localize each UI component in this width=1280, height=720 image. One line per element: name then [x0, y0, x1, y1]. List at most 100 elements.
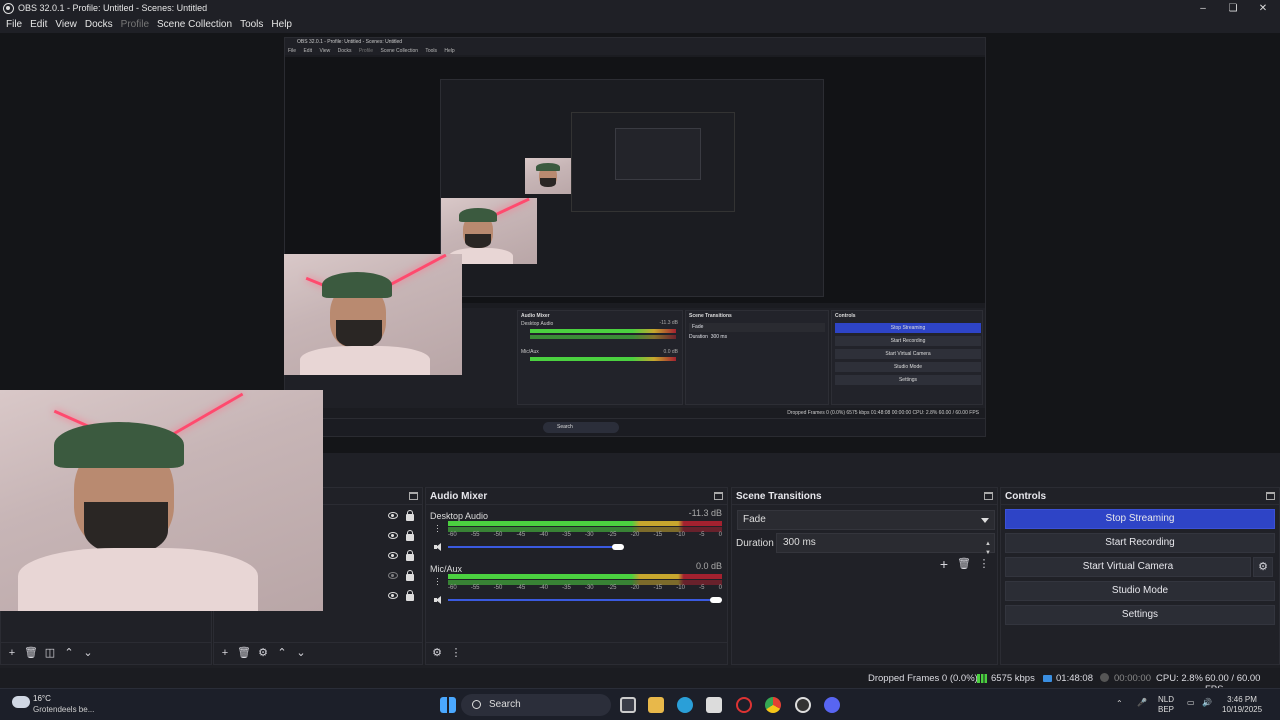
- weather-temp[interactable]: 16°C: [33, 694, 51, 703]
- nested-menu-item: Help: [444, 48, 455, 54]
- controls-title: Controls: [1005, 490, 1047, 502]
- status-bar: Dropped Frames 0 (0.0%) 6575 kbps 01:48:…: [0, 668, 1280, 695]
- task-view-icon[interactable]: [620, 697, 636, 713]
- transition-menu-icon[interactable]: ⋮: [978, 558, 990, 570]
- chevron-down-icon: [981, 518, 989, 523]
- network-icon[interactable]: ▭: [1187, 698, 1195, 708]
- lock-icon[interactable]: [406, 590, 414, 601]
- dock-float-icon[interactable]: [409, 492, 418, 500]
- edge-icon[interactable]: [677, 697, 693, 713]
- minimize-icon[interactable]: –: [1188, 0, 1218, 16]
- nested-menu-item: Docks: [337, 48, 352, 54]
- chevron-up-icon[interactable]: ⌃: [1116, 699, 1123, 709]
- menu-view[interactable]: View: [51, 19, 81, 30]
- add-source-icon[interactable]: +: [219, 648, 231, 660]
- nested-menu-item: View: [319, 48, 331, 54]
- gear-icon: ⚙: [1258, 560, 1268, 573]
- meter-scale: -60 -55 -50 -45 -40 -35 -30 -25 -20 -15 -10 -5 0: [448, 532, 722, 538]
- clock[interactable]: 3:46 PM 10/19/2025: [1222, 695, 1262, 715]
- speaker-icon[interactable]: [434, 543, 443, 551]
- dropped-frames: Dropped Frames 0 (0.0%): [868, 673, 978, 684]
- move-down-icon[interactable]: ⌄: [82, 648, 94, 660]
- obs-logo-icon: [3, 2, 14, 14]
- lock-icon[interactable]: [406, 510, 414, 521]
- nested-channel-db: 0.0 dB: [663, 349, 678, 355]
- nested-controls-dock: Controls Stop Streaming Start Recording …: [831, 310, 983, 405]
- source-row[interactable]: [388, 550, 414, 561]
- move-up-icon[interactable]: ⌃: [276, 648, 288, 660]
- channel-menu-icon[interactable]: · · ·: [436, 574, 439, 589]
- nested-start-virtual-camera: Start Virtual Camera: [835, 349, 981, 359]
- nested-obs-window: OBS 32.0.1 - Profile: Untitled - Scenes:…: [284, 37, 986, 437]
- visibility-eye-icon[interactable]: [388, 552, 398, 559]
- discord-icon[interactable]: [824, 697, 840, 713]
- remove-scene-icon[interactable]: 🗑: [24, 648, 38, 660]
- stop-streaming-button[interactable]: Stop Streaming: [1005, 509, 1275, 529]
- hidden-eye-icon[interactable]: [388, 572, 398, 579]
- lock-icon[interactable]: [406, 530, 414, 541]
- add-scene-icon[interactable]: +: [6, 648, 18, 660]
- mixer-menu-icon[interactable]: ⋮: [450, 648, 462, 660]
- menu-docks[interactable]: Docks: [81, 19, 117, 30]
- dock-float-icon[interactable]: [984, 492, 993, 500]
- volume-slider-knob[interactable]: [612, 544, 624, 550]
- dock-float-icon[interactable]: [714, 492, 723, 500]
- advanced-audio-properties-icon[interactable]: ⚙: [431, 648, 443, 660]
- add-transition-icon[interactable]: +: [938, 557, 950, 571]
- maximize-icon[interactable]: ❏: [1218, 0, 1248, 16]
- settings-button[interactable]: Settings: [1005, 605, 1275, 625]
- volume-icon[interactable]: 🔊: [1202, 698, 1212, 708]
- microphone-icon[interactable]: 🎤: [1137, 698, 1147, 708]
- source-row[interactable]: [388, 530, 414, 541]
- source-row[interactable]: [388, 570, 414, 581]
- dock-float-icon[interactable]: [1266, 492, 1275, 500]
- start-recording-button[interactable]: Start Recording: [1005, 533, 1275, 553]
- volume-slider[interactable]: [448, 599, 720, 601]
- menu-edit[interactable]: Edit: [26, 19, 51, 30]
- speaker-icon[interactable]: [434, 596, 443, 604]
- channel-menu-icon[interactable]: · · ·: [436, 521, 439, 536]
- menu-profile[interactable]: Profile: [117, 19, 153, 30]
- menu-scene-collection[interactable]: Scene Collection: [153, 19, 236, 30]
- nested-channel-db: -11.3 dB: [659, 320, 678, 326]
- record-time: 00:00:00: [1114, 673, 1151, 684]
- obs-taskbar-icon[interactable]: [795, 697, 811, 713]
- volume-slider-knob[interactable]: [710, 597, 722, 603]
- taskbar-search[interactable]: Search: [461, 694, 611, 716]
- move-up-icon[interactable]: ⌃: [63, 648, 75, 660]
- store-icon[interactable]: [706, 697, 722, 713]
- remove-source-icon[interactable]: 🗑: [237, 648, 251, 660]
- sources-toolbar: + 🗑 ⚙ ⌃ ⌄: [214, 642, 422, 664]
- studio-mode-button[interactable]: Studio Mode: [1005, 581, 1275, 601]
- opera-icon[interactable]: [736, 697, 752, 713]
- move-down-icon[interactable]: ⌄: [295, 648, 307, 660]
- volume-slider[interactable]: [448, 546, 618, 548]
- menu-file[interactable]: File: [2, 19, 26, 30]
- duration-label: Duration: [736, 538, 774, 549]
- visibility-eye-icon[interactable]: [388, 592, 398, 599]
- menu-help[interactable]: Help: [267, 19, 296, 30]
- nested-mixer-title: Audio Mixer: [521, 313, 550, 319]
- duration-input[interactable]: 300 ms ▲ ▼: [776, 533, 995, 556]
- visibility-eye-icon[interactable]: [388, 512, 398, 519]
- virtual-camera-settings-button[interactable]: ⚙: [1253, 557, 1273, 577]
- chrome-icon[interactable]: [765, 697, 781, 713]
- menu-tools[interactable]: Tools: [236, 19, 267, 30]
- source-row[interactable]: [388, 510, 414, 521]
- file-explorer-icon[interactable]: [648, 697, 664, 713]
- input-language[interactable]: NLD BEP: [1158, 695, 1174, 715]
- remove-transition-icon[interactable]: 🗑: [957, 558, 971, 570]
- windows-start-icon[interactable]: [440, 697, 456, 713]
- source-row[interactable]: [388, 590, 414, 601]
- audio-mixer-title: Audio Mixer: [430, 490, 488, 502]
- visibility-eye-icon[interactable]: [388, 532, 398, 539]
- source-properties-icon[interactable]: ⚙: [257, 648, 269, 660]
- start-virtual-camera-button[interactable]: Start Virtual Camera: [1005, 557, 1251, 577]
- lock-icon[interactable]: [406, 550, 414, 561]
- close-icon[interactable]: ✕: [1248, 0, 1278, 16]
- bitrate: 6575 kbps: [991, 673, 1035, 684]
- weather-desc[interactable]: Grotendeels be...: [33, 705, 94, 714]
- lock-icon[interactable]: [406, 570, 414, 581]
- scene-filters-icon[interactable]: ◫: [44, 648, 56, 660]
- transition-select[interactable]: Fade: [737, 510, 995, 530]
